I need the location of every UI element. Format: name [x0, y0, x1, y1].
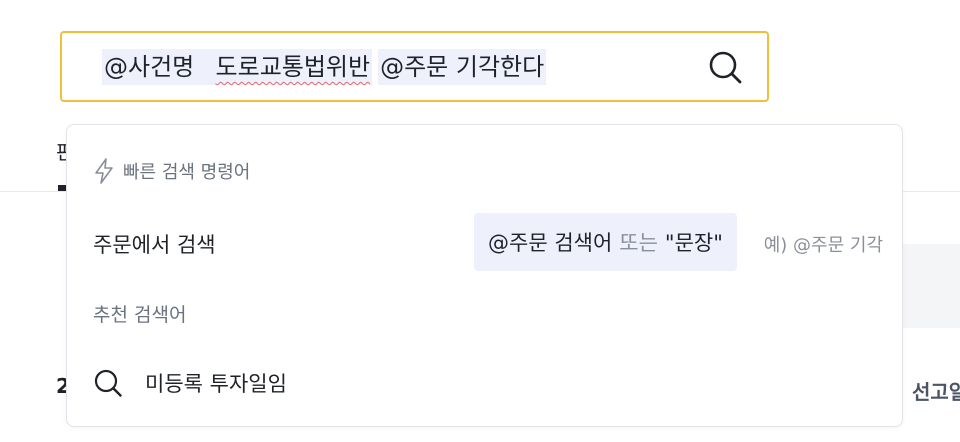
quick-commands-header: 빠른 검색 명령어 — [93, 158, 250, 184]
lightning-icon — [95, 158, 113, 184]
command-syntax-prefix: @주문 검색어 — [488, 231, 613, 255]
command-syntax-chip[interactable]: @주문 검색어 또는 "문장" — [474, 213, 737, 271]
sort-option-fragment[interactable]: 선고일 — [912, 376, 960, 405]
command-syntax-quote: "문장" — [664, 231, 723, 255]
search-icon[interactable] — [707, 49, 743, 85]
search-chip-case-name: @사건명 도로교통법위반 — [102, 49, 373, 85]
command-row-order[interactable]: 주문에서 검색 @주문 검색어 또는 "문장" 예) @주문 기각 — [93, 213, 883, 273]
search-chip-label: @사건명 — [104, 53, 195, 81]
results-header-bg — [903, 244, 960, 328]
command-syntax-or: 또는 — [619, 231, 658, 255]
recommended-header: 추천 검색어 — [93, 304, 187, 326]
quick-commands-title: 빠른 검색 명령어 — [123, 162, 251, 183]
page: 판 2 선고일 @사건명 도로교통법위반 @주문 기각한다 빠른 검색 명령어 — [0, 0, 960, 442]
search-bar[interactable]: @사건명 도로교통법위반 @주문 기각한다 — [60, 31, 769, 102]
search-term: 도로교통법위반 — [215, 53, 371, 81]
search-icon — [94, 369, 122, 397]
search-suggestions-dropdown: 빠른 검색 명령어 주문에서 검색 @주문 검색어 또는 "문장" 예) @주문… — [66, 124, 903, 427]
command-label: 주문에서 검색 — [93, 233, 216, 257]
search-input[interactable]: @사건명 도로교통법위반 @주문 기각한다 — [102, 48, 547, 86]
command-example: 예) @주문 기각 — [763, 235, 883, 256]
recommended-item[interactable]: 미등록 투자일임 — [93, 363, 287, 403]
search-chip-order: @주문 기각한다 — [378, 49, 547, 85]
recommended-item-text: 미등록 투자일임 — [145, 372, 287, 396]
